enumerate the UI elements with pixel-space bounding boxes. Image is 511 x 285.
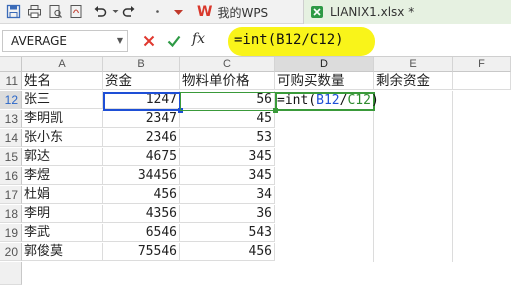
cell-fund[interactable]: 34456 [103,167,180,185]
cell-fund[interactable]: 4675 [103,148,180,166]
formula-ref-b12: B12 [316,93,340,108]
cell-name[interactable]: 郭达 [22,148,103,166]
name-box-value: AVERAGE [11,34,67,48]
row-header[interactable]: 15 [0,148,22,166]
cell-a11[interactable]: 姓名 [22,72,103,90]
cell-price[interactable]: 345 [180,148,275,166]
cell-name[interactable]: 杜娟 [22,186,103,204]
row-header[interactable]: 11 [0,72,22,90]
formula-ref-c12: C12 [347,93,371,108]
spreadsheet-grid[interactable]: A B C D E F 11 12 13 14 15 16 17 18 19 2… [0,57,511,285]
column-header-e[interactable]: E [374,57,453,72]
column-header-f[interactable]: F [453,57,511,72]
cell-price[interactable]: 34 [180,186,275,204]
customize-quick-access-icon[interactable] [171,4,186,19]
row-header[interactable]: 12 [0,91,22,109]
row-header[interactable]: 17 [0,186,22,204]
cell-price[interactable]: 53 [180,129,275,147]
save-icon[interactable] [6,4,21,19]
cell-price[interactable]: 36 [180,205,275,223]
formula-suffix: ) [370,93,379,108]
formula-bar: AVERAGE ▼ fx =int(B12/C12) [0,25,511,57]
row-header[interactable]: 16 [0,167,22,185]
confirm-edit-icon[interactable] [166,33,182,49]
select-all-corner[interactable] [0,57,22,72]
cell-name[interactable]: 李煜 [22,167,103,185]
cell-fund[interactable]: 4356 [103,205,180,223]
cell-edit-formula[interactable]: =int(B12/C12) [277,93,379,109]
cell-fund[interactable]: 1247 [103,91,180,109]
cell-fund[interactable]: 2347 [103,110,180,128]
cell-price[interactable]: 543 [180,224,275,242]
row-header[interactable]: 14 [0,129,22,147]
cell-name[interactable]: 郭俊莫 [22,243,103,261]
cell-f11[interactable] [453,72,511,90]
cell-price[interactable]: 456 [180,243,275,261]
empty-cell-range-f[interactable] [453,91,511,262]
row-header[interactable]: 19 [0,224,22,242]
name-box[interactable]: AVERAGE ▼ [2,30,128,52]
cell-name[interactable]: 李明凯 [22,110,103,128]
cell-fund[interactable]: 2346 [103,129,180,147]
cell-price[interactable]: 345 [180,167,275,185]
formula-prefix: =int( [277,93,317,108]
cell-price[interactable]: 45 [180,110,275,128]
chevron-down-icon[interactable]: ▼ [117,31,123,51]
fill-handle[interactable] [178,108,183,113]
more-commands-icon[interactable] [150,4,165,19]
cell-name[interactable]: 张小东 [22,129,103,147]
empty-cell-range-e[interactable] [374,91,453,262]
formula-input[interactable]: =int(B12/C12) [234,32,344,48]
print-icon[interactable] [27,4,42,19]
row-header[interactable]: 13 [0,110,22,128]
spreadsheet-file-icon [310,5,324,19]
tab-workbook-label: LIANIX1.xlsx * [330,5,415,19]
tab-my-wps-label: 我的WPS [217,5,269,20]
cell-c11[interactable]: 物料单价格 [180,72,275,90]
cell-price[interactable]: 56 [180,91,275,109]
empty-cell-range-d[interactable] [275,110,374,262]
undo-icon[interactable] [92,4,107,19]
tab-workbook[interactable]: LIANIX1.xlsx * [303,0,511,24]
cell-fund[interactable]: 456 [103,186,180,204]
cancel-edit-icon[interactable] [141,33,157,49]
print-preview-icon[interactable] [48,4,63,19]
undo-dropdown-icon[interactable] [108,4,119,19]
column-header-a[interactable]: A [22,57,103,72]
row-header[interactable]: 20 [0,243,22,261]
export-pdf-icon[interactable] [69,4,84,19]
cell-name[interactable]: 张三 [22,91,103,109]
cell-name[interactable]: 李明 [22,205,103,223]
column-header-d[interactable]: D [275,57,374,72]
cell-b11[interactable]: 资金 [103,72,180,90]
tab-my-wps[interactable]: W 我的WPS [193,0,301,24]
cell-d11[interactable]: 可购买数量 [275,72,374,90]
cell-name[interactable]: 李武 [22,224,103,242]
column-header-c[interactable]: C [180,57,275,72]
wps-logo-icon: W [197,4,213,20]
insert-function-button[interactable]: fx [192,31,205,47]
cell-e11[interactable]: 剩余资金 [374,72,453,90]
row-header[interactable] [0,262,22,285]
row-header[interactable]: 18 [0,205,22,223]
column-header-b[interactable]: B [103,57,180,72]
cell-fund[interactable]: 6546 [103,224,180,242]
quick-access-toolbar: W 我的WPS LIANIX1.xlsx * [0,0,511,24]
cell-fund[interactable]: 75546 [103,243,180,261]
redo-icon[interactable] [122,4,137,19]
